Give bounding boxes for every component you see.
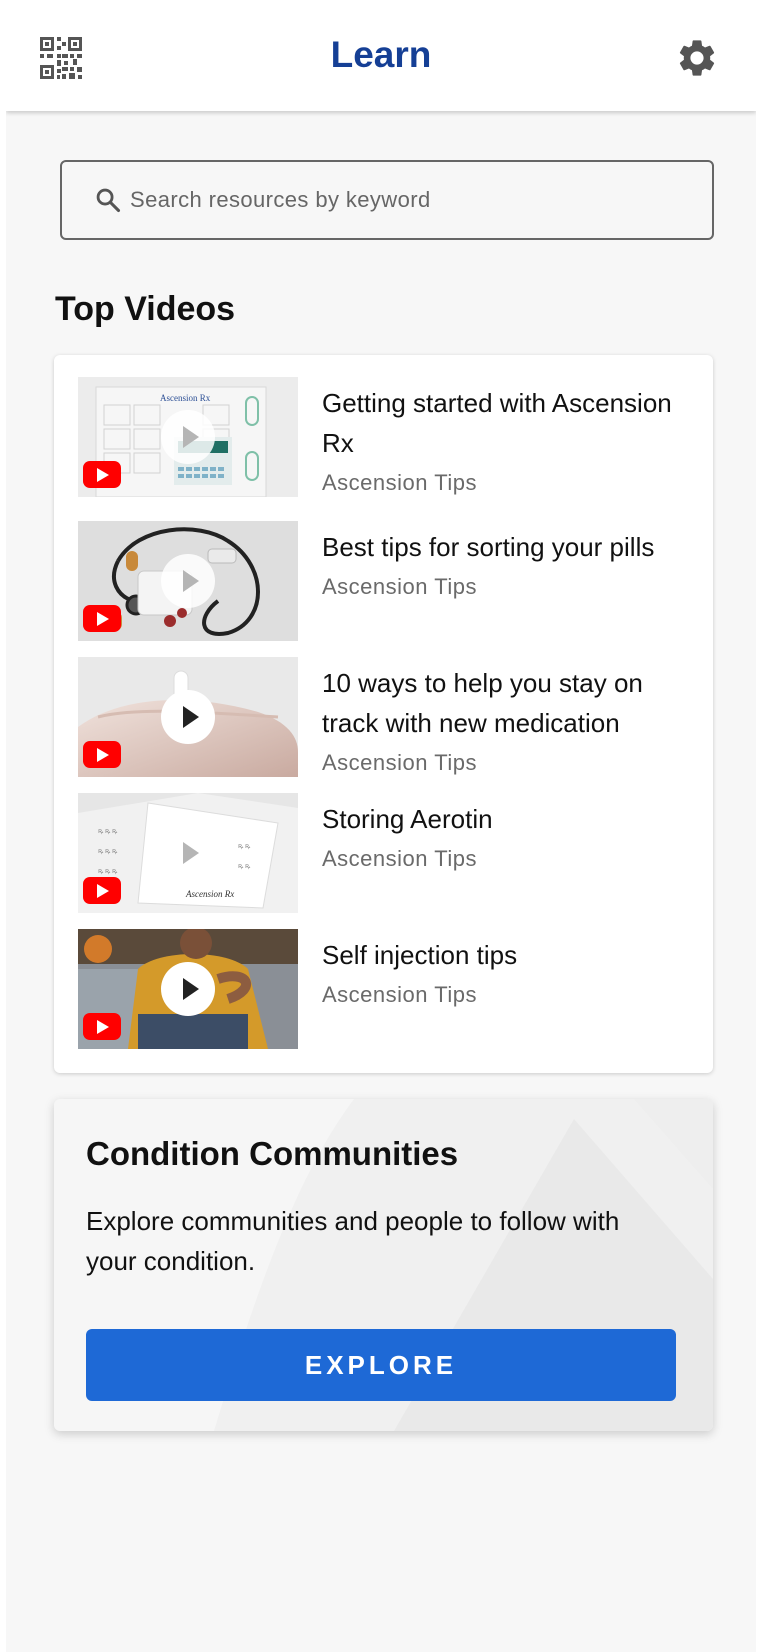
video-channel: Ascension Tips: [322, 470, 477, 495]
search-input[interactable]: [130, 164, 690, 236]
communities-title: Condition Communities: [86, 1135, 459, 1172]
video-title: Storing Aerotin: [322, 804, 493, 834]
video-title: Best tips for sorting your pills: [322, 532, 655, 562]
svg-text:ꝶ ꝶ: ꝶ ꝶ: [238, 862, 251, 870]
video-channel: Ascension Tips: [322, 982, 477, 1007]
youtube-icon: [83, 605, 121, 632]
page-title: Learn: [330, 34, 432, 75]
video-channel: Ascension Tips: [322, 750, 477, 775]
condition-communities-card: Condition Communities Explore communitie…: [54, 1099, 713, 1431]
video-title: 10 ways to help you stay on track with n…: [322, 668, 643, 738]
video-thumbnail: [78, 929, 298, 1049]
youtube-icon: [83, 741, 121, 768]
youtube-icon: [83, 877, 121, 904]
search-box[interactable]: [60, 160, 714, 240]
top-videos-heading: Top Videos: [55, 290, 236, 328]
communities-description: Explore communities and people to follow…: [86, 1206, 620, 1276]
video-item[interactable]: ꝶ ꝶ ꝶ ꝶ ꝶ ꝶ ꝶ ꝶ ꝶ ꝶ ꝶ ꝶ ꝶ Ascension Rx Stor…: [78, 793, 698, 913]
video-thumbnail: ꝶ ꝶ ꝶ ꝶ ꝶ ꝶ ꝶ ꝶ ꝶ ꝶ ꝶ ꝶ ꝶ Ascension Rx: [78, 793, 298, 913]
svg-text:ꝶ ꝶ ꝶ: ꝶ ꝶ ꝶ: [98, 827, 118, 835]
video-item[interactable]: Self injection tips Ascension Tips: [78, 929, 698, 1049]
video-item[interactable]: 10 ways to help you stay on track with n…: [78, 657, 698, 777]
app-bar: Learn: [6, 4, 756, 111]
video-title: Self injection tips: [322, 940, 518, 970]
video-thumbnail: Ascension Rx: [78, 377, 298, 497]
app-screen: Learn Top Videos: [6, 4, 756, 1652]
explore-button[interactable]: EXPLORE: [86, 1329, 676, 1401]
video-channel: Ascension Tips: [322, 846, 477, 871]
video-title: Getting started with Ascension Rx: [322, 388, 672, 458]
svg-text:ꝶ ꝶ: ꝶ ꝶ: [238, 842, 251, 850]
youtube-icon: [83, 1013, 121, 1040]
gear-icon[interactable]: [675, 36, 719, 80]
play-icon: [161, 690, 215, 744]
search-icon: [96, 188, 121, 213]
play-icon: [161, 554, 215, 608]
video-item[interactable]: Ascension Rx Getting started with Ascens…: [78, 377, 698, 497]
youtube-icon: [83, 461, 121, 488]
top-videos-card: Ascension Rx Getting started with Ascens…: [54, 355, 713, 1073]
video-thumbnail: [78, 657, 298, 777]
play-icon: [161, 410, 215, 464]
svg-text:ꝶ ꝶ ꝶ: ꝶ ꝶ ꝶ: [98, 867, 118, 875]
video-channel: Ascension Tips: [322, 574, 477, 599]
svg-text:ꝶ ꝶ ꝶ: ꝶ ꝶ ꝶ: [98, 847, 118, 855]
video-thumbnail: [78, 521, 298, 641]
play-icon: [161, 962, 215, 1016]
thumbnail-brand-text: Ascension Rx: [185, 889, 234, 899]
thumbnail-brand-text: Ascension Rx: [160, 393, 211, 403]
play-icon: [161, 826, 215, 880]
video-item[interactable]: Best tips for sorting your pills Ascensi…: [78, 521, 698, 641]
